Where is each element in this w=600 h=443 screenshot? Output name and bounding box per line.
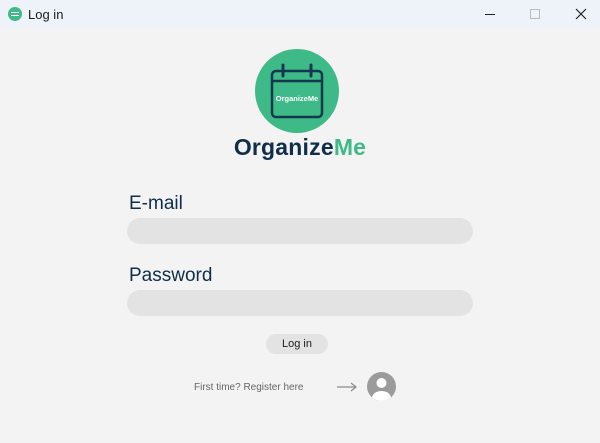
arrow-right-icon [337,382,357,392]
minimize-icon [485,13,495,15]
password-label: Password [129,265,213,286]
user-silhouette-icon [372,378,391,401]
window-title: Log in [28,6,64,22]
login-button[interactable]: Log in [266,334,328,354]
user-avatar-icon[interactable] [367,372,396,401]
email-field[interactable] [127,218,473,244]
logo-badge-text: OrganizeMe [275,94,319,103]
app-icon [8,7,22,21]
register-link[interactable]: First time? Register here [194,382,303,393]
calendar-icon [270,63,324,119]
password-field[interactable] [127,290,473,316]
title-bar: Log in [0,0,600,28]
brand-name: OrganizeMe [0,134,600,161]
maximize-button[interactable] [512,0,558,28]
close-icon [575,8,587,20]
close-button[interactable] [558,0,600,28]
maximize-icon [530,9,540,19]
login-window: Log in OrganizeMe OrganizeMe E-mail Pass… [0,0,600,443]
brand-name-primary: Organize [233,134,334,160]
email-label: E-mail [129,193,183,214]
minimize-button[interactable] [467,0,513,28]
app-logo: OrganizeMe [255,49,339,133]
brand-name-accent: Me [333,134,367,160]
